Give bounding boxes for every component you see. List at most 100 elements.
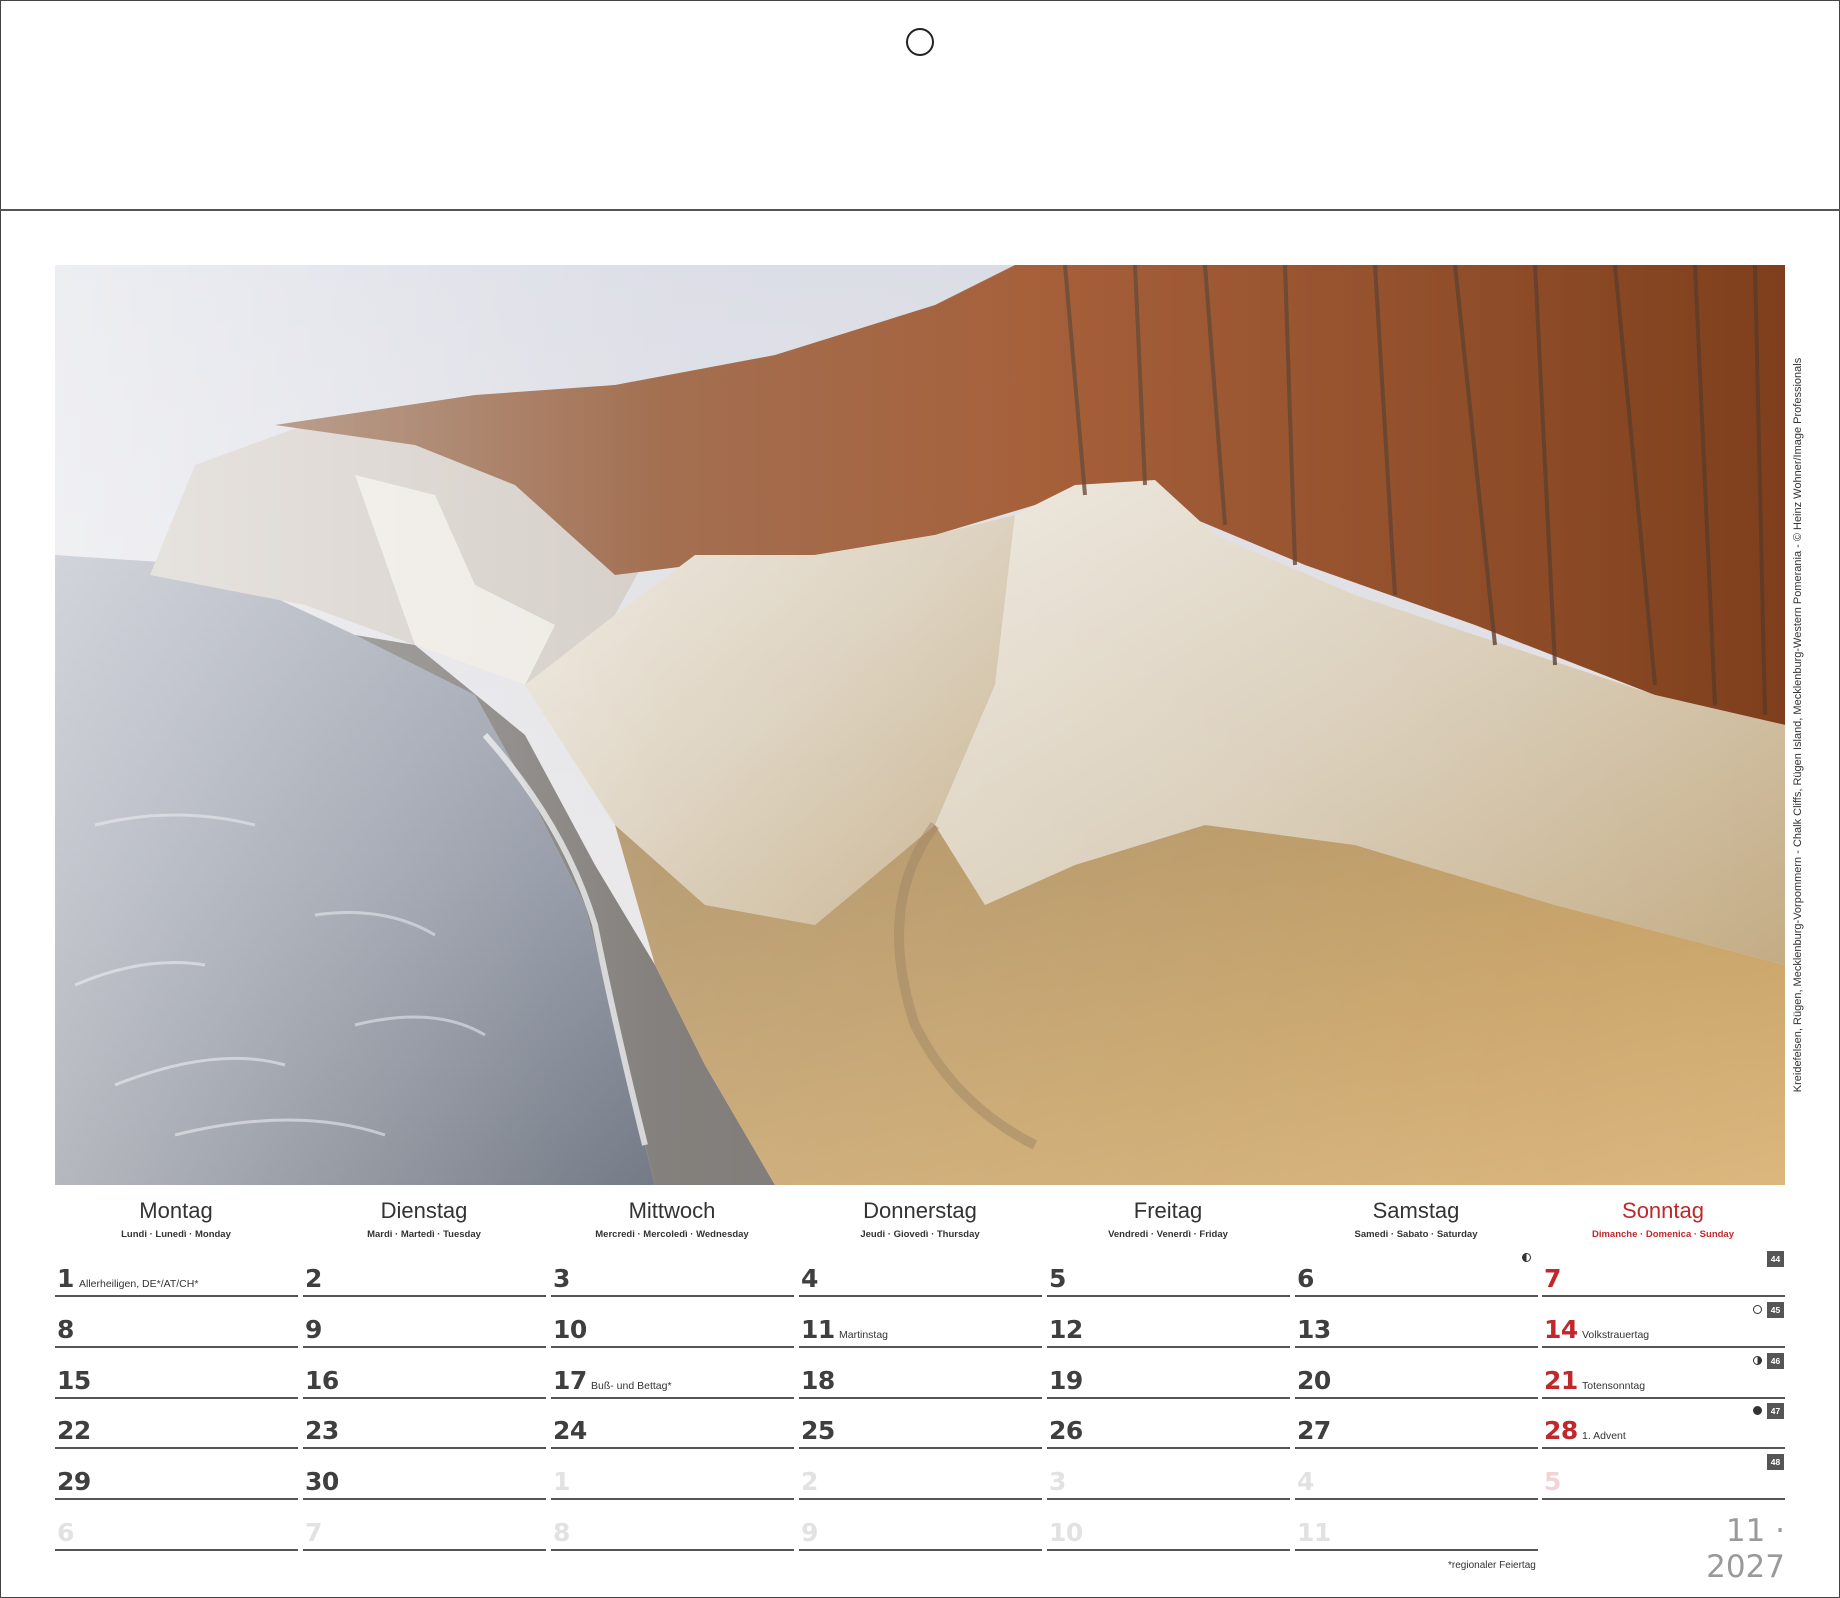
day-number: 21 <box>1544 1366 1578 1395</box>
day-number: 17 <box>553 1366 587 1395</box>
day-cell: 9 <box>303 1300 546 1348</box>
weekday-name: Samstag <box>1372 1198 1460 1223</box>
day-number: 2 <box>305 1264 322 1293</box>
week-number-badge: 47 <box>1767 1403 1784 1419</box>
day-cell: 3 <box>551 1249 794 1297</box>
weekday-header: Samstag Samedi · Sabato · Saturday <box>1296 1196 1536 1242</box>
day-cell: 9 <box>799 1503 1042 1551</box>
moon-phase-icon <box>1753 1406 1762 1415</box>
day-cell: 14 Volkstrauertag <box>1542 1300 1785 1348</box>
day-number: 8 <box>57 1315 74 1344</box>
weekday-translations: Dimanche · Domenica · Sunday <box>1591 1229 1734 1240</box>
day-cell: 16 <box>303 1351 546 1399</box>
holiday-note: Volkstrauertag <box>1582 1329 1650 1341</box>
weekday-name: Sonntag <box>1622 1198 1704 1223</box>
day-cell: 24 <box>551 1401 794 1449</box>
day-number: 3 <box>1049 1467 1066 1496</box>
holiday-note: Allerheiligen, DE*/AT/CH* <box>79 1278 199 1290</box>
day-cell: 11 Martinstag <box>799 1300 1042 1348</box>
day-number: 4 <box>801 1264 818 1293</box>
day-cell: 1 Allerheiligen, DE*/AT/CH* <box>55 1249 298 1297</box>
day-cell: 4 <box>799 1249 1042 1297</box>
week-number-badge: 45 <box>1767 1302 1784 1318</box>
moon-phase-icon <box>1753 1356 1762 1365</box>
day-cell: 2 <box>303 1249 546 1297</box>
day-cell: 6 <box>55 1503 298 1551</box>
day-number: 28 <box>1544 1416 1578 1445</box>
hanging-hole <box>906 28 934 56</box>
day-number: 24 <box>553 1416 587 1445</box>
weekday-translations: Lundi · Lunedì · Monday <box>121 1229 231 1240</box>
day-number: 11 <box>801 1315 835 1344</box>
weekday-name: Freitag <box>1133 1198 1203 1223</box>
day-number: 8 <box>553 1518 570 1547</box>
holiday-note: 1. Advent <box>1582 1430 1626 1442</box>
day-cell: 30 <box>303 1452 546 1500</box>
weekday-translations: Jeudi · Giovedì · Thursday <box>860 1229 980 1240</box>
weekday-name: Montag <box>139 1198 213 1223</box>
weekday-name: Donnerstag <box>863 1198 977 1223</box>
day-cell: 5 <box>1542 1452 1785 1500</box>
day-cell: 8 <box>55 1300 298 1348</box>
day-cell: 22 <box>55 1401 298 1449</box>
day-cell: 19 <box>1047 1351 1290 1399</box>
day-cell: 29 <box>55 1452 298 1500</box>
day-cell: 5 <box>1047 1249 1290 1297</box>
day-cell: 17 Buß- und Bettag* <box>551 1351 794 1399</box>
day-number: 6 <box>57 1518 74 1547</box>
day-number: 18 <box>801 1366 835 1395</box>
day-number: 6 <box>1297 1264 1314 1293</box>
day-number: 5 <box>1544 1467 1561 1496</box>
weekday-name: Dienstag <box>380 1198 468 1223</box>
weekday-translations: Mercredi · Mercoledì · Wednesday <box>595 1229 749 1240</box>
weekday-header: Montag Lundi · Lunedì · Monday <box>56 1196 296 1242</box>
day-number: 16 <box>305 1366 339 1395</box>
day-cell: 26 <box>1047 1401 1290 1449</box>
day-cell: 27 <box>1295 1401 1538 1449</box>
moon-phase-icon <box>1753 1305 1762 1314</box>
day-cell: 10 <box>1047 1503 1290 1551</box>
day-number: 2 <box>801 1467 818 1496</box>
day-number: 13 <box>1297 1315 1331 1344</box>
day-cell: 23 <box>303 1401 546 1449</box>
week-number-badge: 48 <box>1767 1454 1784 1470</box>
weekday-header: Sonntag Dimanche · Domenica · Sunday <box>1543 1196 1783 1242</box>
month-year: 11 · 2027 <box>1706 1513 1785 1585</box>
day-cell: 13 <box>1295 1300 1538 1348</box>
day-number: 12 <box>1049 1315 1083 1344</box>
day-number: 9 <box>801 1518 818 1547</box>
hanger-strip <box>0 0 1840 211</box>
week-number-badge: 44 <box>1767 1251 1784 1267</box>
day-number: 27 <box>1297 1416 1331 1445</box>
day-number: 7 <box>1544 1264 1561 1293</box>
day-number: 15 <box>57 1366 91 1395</box>
day-cell: 1 <box>551 1452 794 1500</box>
weekday-header: Dienstag Mardi · Martedì · Tuesday <box>304 1196 544 1242</box>
day-number: 11 <box>1297 1518 1331 1547</box>
day-cell: 20 <box>1295 1351 1538 1399</box>
holiday-note: Buß- und Bettag* <box>591 1380 672 1392</box>
day-number: 25 <box>801 1416 835 1445</box>
day-number: 4 <box>1297 1467 1314 1496</box>
day-cell: 7 <box>1542 1249 1785 1297</box>
day-cell: 11 <box>1295 1503 1538 1551</box>
day-cell: 3 <box>1047 1452 1290 1500</box>
day-number: 26 <box>1049 1416 1083 1445</box>
day-number: 10 <box>553 1315 587 1344</box>
day-cell: 7 <box>303 1503 546 1551</box>
chalk-cliffs-photo <box>55 265 1785 1185</box>
day-number: 20 <box>1297 1366 1331 1395</box>
day-cell: 15 <box>55 1351 298 1399</box>
holiday-note: Totensonntag <box>1582 1380 1646 1392</box>
day-cell: 25 <box>799 1401 1042 1449</box>
day-number: 23 <box>305 1416 339 1445</box>
day-number: 1 <box>553 1467 570 1496</box>
holiday-note: Martinstag <box>839 1329 889 1341</box>
landscape-photo <box>55 265 1785 1185</box>
day-number: 30 <box>305 1467 339 1496</box>
day-number: 10 <box>1049 1518 1083 1547</box>
day-number: 3 <box>553 1264 570 1293</box>
week-number-badge: 46 <box>1767 1353 1784 1369</box>
day-cell: 18 <box>799 1351 1042 1399</box>
day-cell: 4 <box>1295 1452 1538 1500</box>
